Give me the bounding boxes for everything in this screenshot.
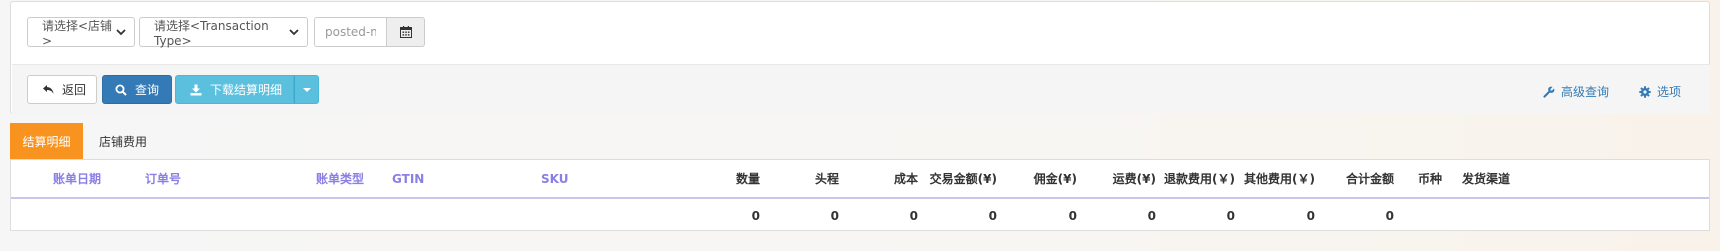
posted-date-input[interactable] (314, 17, 386, 47)
calendar-button[interactable] (386, 17, 425, 47)
tab-bar: 结算明细 店铺费用 (10, 123, 163, 159)
transaction-type-select[interactable]: 请选择<Transaction Type> (139, 17, 308, 48)
caret-down-icon (302, 87, 311, 92)
options-link[interactable]: 选项 (1639, 83, 1681, 100)
total-shipping: 0 (1147, 208, 1156, 223)
search-icon (115, 84, 127, 96)
filter-row: 请选择<店铺> 请选择<Transaction Type> (27, 17, 425, 49)
search-button-label: 查询 (135, 83, 160, 97)
column-header-shipping: 运费(¥) (1112, 172, 1156, 186)
back-button[interactable]: 返回 (27, 75, 97, 104)
column-header-other-fee: 其他费用(￥) (1244, 172, 1315, 186)
column-header-sku[interactable]: SKU (541, 160, 568, 197)
column-header-cost: 成本 (893, 172, 918, 186)
column-header-refund-fee: 退款费用(￥) (1164, 172, 1235, 186)
tab-settlement-details[interactable]: 结算明细 (10, 123, 83, 159)
column-header-gtin[interactable]: GTIN (392, 160, 424, 197)
total-amount: 0 (1385, 208, 1394, 223)
reply-icon (43, 85, 54, 94)
column-header-quantity: 数量 (735, 172, 760, 186)
totals-row: 0 0 0 0 0 0 0 0 0 (11, 201, 1709, 230)
calendar-icon (399, 26, 412, 38)
wrench-icon (1543, 86, 1555, 98)
table-header: 账单日期 订单号 账单类型 GTIN SKU 数量 头程 成本 交易金额(¥) … (11, 160, 1709, 199)
chevron-down-icon (289, 26, 299, 38)
advanced-search-link[interactable]: 高级查询 (1543, 83, 1609, 100)
store-select-value: 请选择<店铺> (42, 18, 113, 48)
column-header-total-amount: 合计金额 (1345, 172, 1394, 186)
store-select[interactable]: 请选择<店铺> (27, 17, 135, 48)
column-header-commission: 佣金(¥) (1033, 172, 1077, 186)
total-cost: 0 (909, 208, 918, 223)
chevron-down-icon (115, 26, 126, 38)
column-header-transaction-amount: 交易金额(¥) (929, 172, 997, 186)
gear-icon (1639, 85, 1651, 98)
total-commission: 0 (1068, 208, 1077, 223)
download-settlement-button[interactable]: 下载结算明细 (175, 75, 294, 104)
column-header-first-leg: 头程 (814, 172, 839, 186)
column-header-order-number[interactable]: 订单号 (145, 160, 181, 197)
column-header-currency: 币种 (1418, 172, 1443, 186)
total-other-fee: 0 (1306, 208, 1315, 223)
column-header-bill-type[interactable]: 账单类型 (316, 160, 364, 197)
search-button[interactable]: 查询 (102, 75, 172, 104)
back-button-label: 返回 (62, 83, 87, 97)
toolbar: 返回 查询 下载结算明细 高级查询 选项 (12, 64, 1710, 114)
download-dropdown-toggle[interactable] (294, 75, 319, 104)
settlement-table: 账单日期 订单号 账单类型 GTIN SKU 数量 头程 成本 交易金额(¥) … (10, 159, 1710, 231)
transaction-type-select-value: 请选择<Transaction Type> (154, 18, 269, 48)
download-button-label: 下载结算明细 (210, 83, 283, 97)
total-quantity: 0 (751, 208, 760, 223)
options-label: 选项 (1657, 85, 1682, 99)
advanced-search-label: 高级查询 (1561, 85, 1610, 99)
download-icon (190, 84, 202, 95)
total-refund-fee: 0 (1226, 208, 1235, 223)
date-picker (314, 17, 425, 47)
filter-panel: 请选择<店铺> 请选择<Transaction Type> posted-m 返… (10, 1, 1710, 114)
column-header-bill-date[interactable]: 账单日期 (53, 160, 101, 197)
column-header-shipping-channel: 发货渠道 (1462, 172, 1511, 186)
total-first-leg: 0 (830, 208, 839, 223)
total-transaction-amount: 0 (988, 208, 997, 223)
tab-store-fees[interactable]: 店铺费用 (83, 123, 163, 159)
